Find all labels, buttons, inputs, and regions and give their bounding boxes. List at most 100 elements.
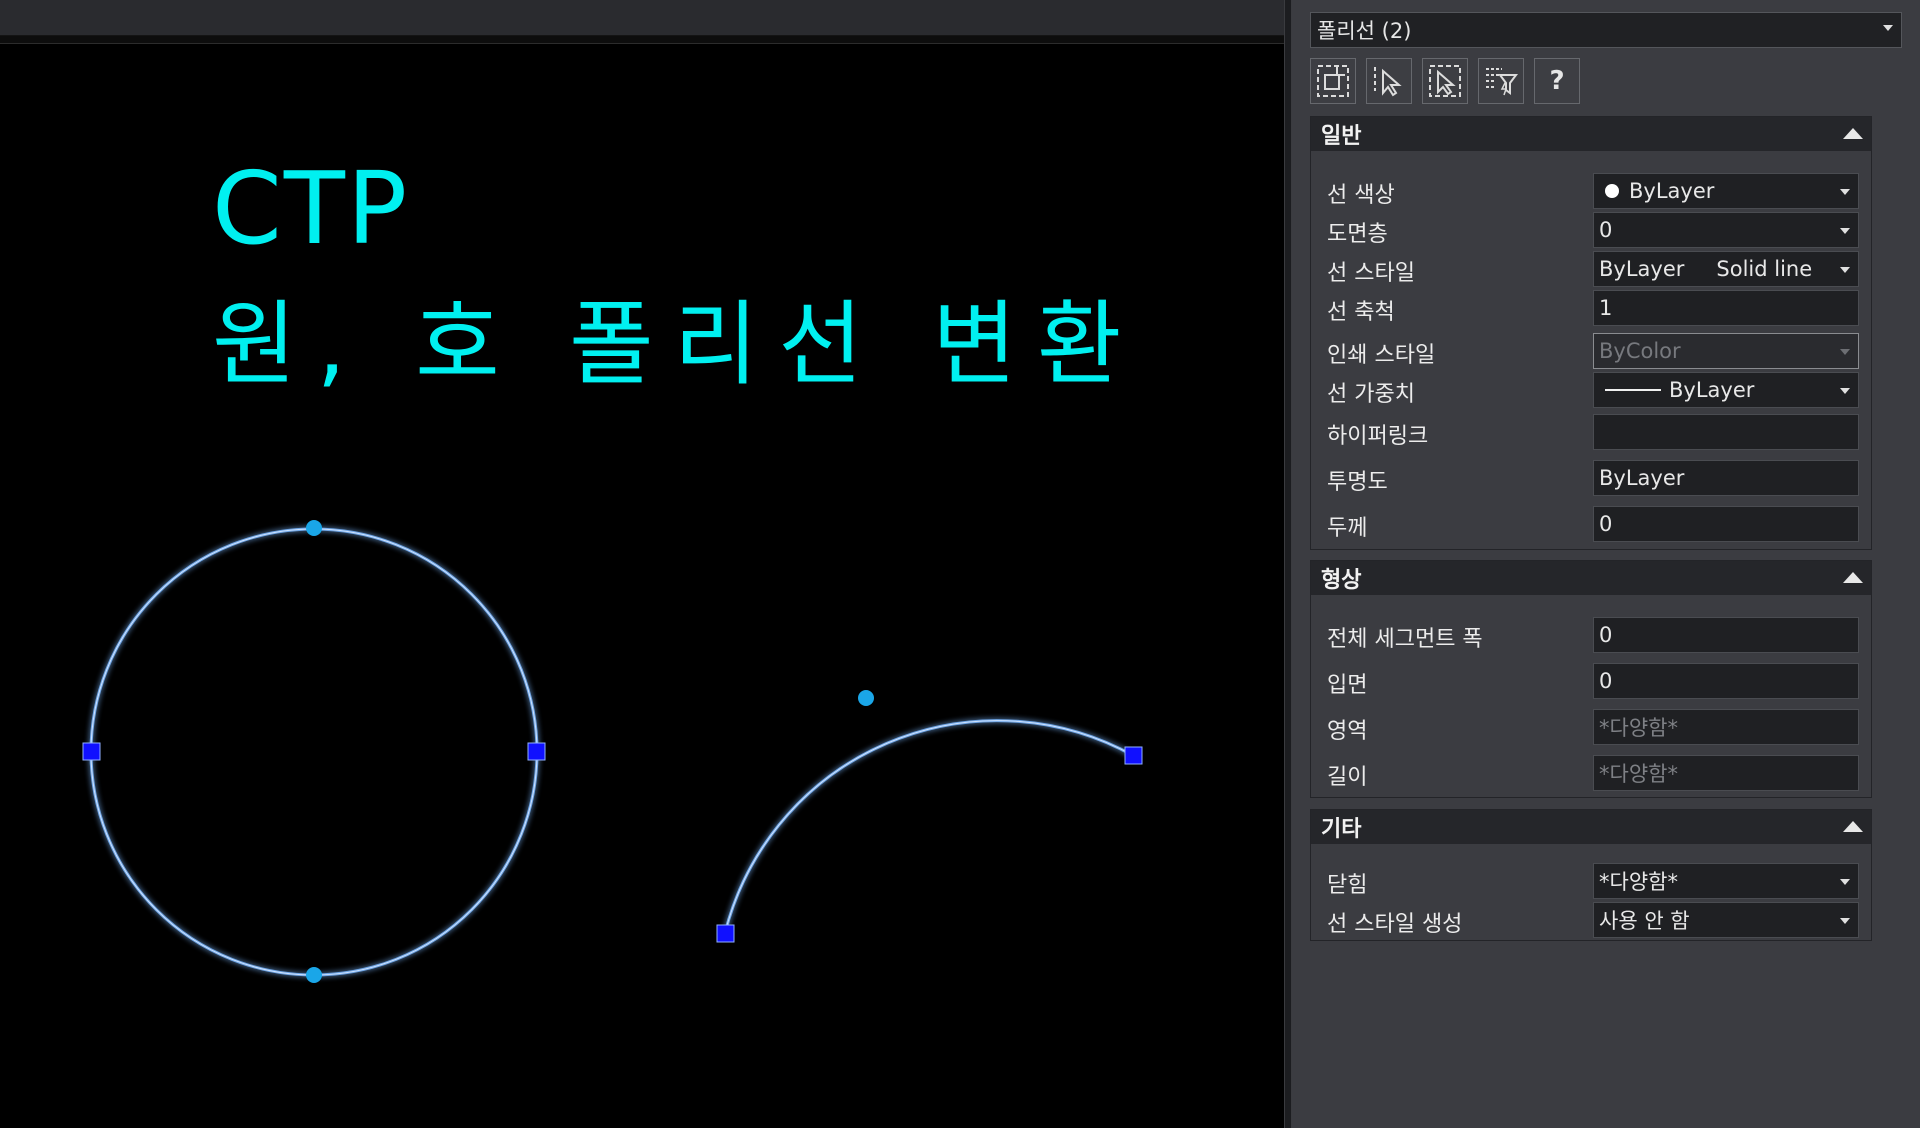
filter-button[interactable] bbox=[1478, 58, 1524, 104]
grip-dot-arc-mid[interactable] bbox=[858, 690, 874, 706]
prop-value: *다양함* bbox=[1599, 716, 1678, 740]
prop-value: *다양함* bbox=[1599, 870, 1678, 894]
prop-value: ByColor bbox=[1599, 339, 1681, 363]
collapse-up-icon[interactable] bbox=[1843, 128, 1863, 139]
help-button[interactable]: ? bbox=[1534, 58, 1580, 104]
prop-row-color: 선 색상 ByLayer bbox=[1311, 173, 1871, 211]
prop-value: ByLayer bbox=[1599, 257, 1685, 281]
section-general-title: 일반 bbox=[1321, 124, 1362, 149]
prop-value: 사용 안 함 bbox=[1599, 909, 1690, 933]
prop-row-global-width: 전체 세그먼트 폭 0 bbox=[1311, 617, 1871, 655]
prop-row-area: 영역 *다양함* bbox=[1311, 709, 1871, 747]
circle-polyline[interactable] bbox=[89, 527, 539, 977]
prop-label: 선 스타일 생성 bbox=[1327, 912, 1463, 937]
prop-label: 선 축척 bbox=[1327, 300, 1395, 325]
grip-square-right[interactable] bbox=[527, 742, 546, 761]
closed-dropdown[interactable]: *다양함* bbox=[1593, 863, 1859, 899]
drawing-geometry[interactable] bbox=[0, 0, 1284, 1128]
section-geometry-header[interactable]: 형상 bbox=[1311, 561, 1871, 595]
drawing-canvas[interactable]: CTP 원, 호 폴리선 변환 bbox=[0, 0, 1284, 1128]
hyperlink-field[interactable] bbox=[1593, 414, 1859, 450]
grip-dot-bottom[interactable] bbox=[306, 967, 322, 983]
quick-select-button[interactable] bbox=[1422, 58, 1468, 104]
color-swatch-icon bbox=[1605, 184, 1619, 198]
prop-label: 닫힘 bbox=[1327, 873, 1368, 898]
circle-polyline-core bbox=[90, 528, 538, 976]
select-objects-button[interactable] bbox=[1366, 58, 1412, 104]
prop-label: 입면 bbox=[1327, 673, 1368, 698]
prop-value: *다양함* bbox=[1599, 762, 1678, 786]
chevron-down-icon bbox=[1840, 228, 1850, 234]
thickness-field[interactable]: 0 bbox=[1593, 506, 1859, 542]
prop-value: 0 bbox=[1599, 669, 1613, 693]
prop-label: 인쇄 스타일 bbox=[1327, 343, 1436, 368]
grip-dot-top[interactable] bbox=[306, 520, 322, 536]
section-geometry-title: 형상 bbox=[1321, 568, 1362, 593]
panel-splitter[interactable] bbox=[1284, 0, 1292, 1128]
prop-label: 영역 bbox=[1327, 719, 1368, 744]
chevron-down-icon bbox=[1840, 879, 1850, 885]
chevron-down-icon bbox=[1840, 349, 1850, 355]
prop-value-secondary: Solid line bbox=[1716, 257, 1813, 281]
prop-value: ByLayer bbox=[1669, 378, 1755, 402]
arc-polyline[interactable] bbox=[723, 719, 1135, 934]
select-objects-icon bbox=[1374, 67, 1402, 97]
quick-select-icon bbox=[1429, 65, 1461, 97]
prop-row-linetype: 선 스타일 ByLayer Solid line bbox=[1311, 251, 1871, 289]
grip-square-arc-start[interactable] bbox=[716, 924, 735, 943]
prop-row-linetype-generation: 선 스타일 생성 사용 안 함 bbox=[1311, 902, 1871, 940]
collapse-up-icon[interactable] bbox=[1843, 821, 1863, 832]
help-icon: ? bbox=[1549, 66, 1565, 96]
length-field: *다양함* bbox=[1593, 755, 1859, 791]
prop-row-layer: 도면층 0 bbox=[1311, 212, 1871, 250]
collapse-up-icon[interactable] bbox=[1843, 572, 1863, 583]
grip-square-arc-end[interactable] bbox=[1124, 746, 1143, 765]
grip-square-left[interactable] bbox=[82, 742, 101, 761]
linetype-scale-field[interactable]: 1 bbox=[1593, 290, 1859, 326]
prop-value: 0 bbox=[1599, 623, 1613, 647]
arc-polyline-core bbox=[724, 720, 1135, 934]
toggle-pickadd-icon bbox=[1317, 65, 1349, 97]
prop-value: 0 bbox=[1599, 512, 1613, 536]
section-general: 일반 선 색상 ByLayer 도면층 0 선 스타일 ByLayer Soli… bbox=[1310, 116, 1872, 550]
chevron-down-icon bbox=[1883, 25, 1893, 31]
prop-label: 선 스타일 bbox=[1327, 261, 1415, 286]
object-type-selector[interactable]: 폴리선 (2) bbox=[1310, 12, 1902, 48]
prop-row-elevation: 입면 0 bbox=[1311, 663, 1871, 701]
object-type-selector-label: 폴리선 (2) bbox=[1317, 19, 1412, 43]
color-dropdown[interactable]: ByLayer bbox=[1593, 173, 1859, 209]
prop-row-thickness: 두께 0 bbox=[1311, 506, 1871, 544]
layer-dropdown[interactable]: 0 bbox=[1593, 212, 1859, 248]
prop-value: ByLayer bbox=[1629, 179, 1715, 203]
chevron-down-icon bbox=[1840, 918, 1850, 924]
prop-label: 투명도 bbox=[1327, 470, 1388, 495]
prop-row-plot-style: 인쇄 스타일 ByColor bbox=[1311, 333, 1871, 371]
prop-row-transparency: 투명도 ByLayer bbox=[1311, 460, 1871, 498]
plot-style-dropdown[interactable]: ByColor bbox=[1593, 333, 1859, 369]
prop-row-closed: 닫힘 *다양함* bbox=[1311, 863, 1871, 901]
filter-icon bbox=[1486, 68, 1518, 96]
section-misc-header[interactable]: 기타 bbox=[1311, 810, 1871, 844]
prop-label: 전체 세그먼트 폭 bbox=[1327, 627, 1483, 652]
toggle-pickadd-button[interactable] bbox=[1310, 58, 1356, 104]
prop-label: 선 색상 bbox=[1327, 183, 1395, 208]
prop-label: 도면층 bbox=[1327, 222, 1388, 247]
linetype-dropdown[interactable]: ByLayer Solid line bbox=[1593, 251, 1859, 287]
prop-row-length: 길이 *다양함* bbox=[1311, 755, 1871, 793]
elevation-field[interactable]: 0 bbox=[1593, 663, 1859, 699]
section-general-header[interactable]: 일반 bbox=[1311, 117, 1871, 151]
lineweight-dropdown[interactable]: ByLayer bbox=[1593, 372, 1859, 408]
section-misc: 기타 닫힘 *다양함* 선 스타일 생성 사용 안 함 bbox=[1310, 809, 1872, 941]
prop-value: ByLayer bbox=[1599, 466, 1685, 490]
global-width-field[interactable]: 0 bbox=[1593, 617, 1859, 653]
prop-value: 1 bbox=[1599, 296, 1613, 320]
section-geometry: 형상 전체 세그먼트 폭 0 입면 0 영역 *다양함* 길이 *다양함* bbox=[1310, 560, 1872, 798]
prop-row-lineweight: 선 가중치 ByLayer bbox=[1311, 372, 1871, 410]
area-field: *다양함* bbox=[1593, 709, 1859, 745]
prop-row-linetype-scale: 선 축척 1 bbox=[1311, 290, 1871, 328]
prop-label: 두께 bbox=[1327, 516, 1368, 541]
transparency-field[interactable]: ByLayer bbox=[1593, 460, 1859, 496]
linetype-generation-dropdown[interactable]: 사용 안 함 bbox=[1593, 902, 1859, 938]
prop-label: 하이퍼링크 bbox=[1327, 424, 1429, 449]
properties-palette: 폴리선 (2) ? 일반 선 색상 ByLayer 도면층 0 선 스타일 By… bbox=[1292, 0, 1920, 1128]
